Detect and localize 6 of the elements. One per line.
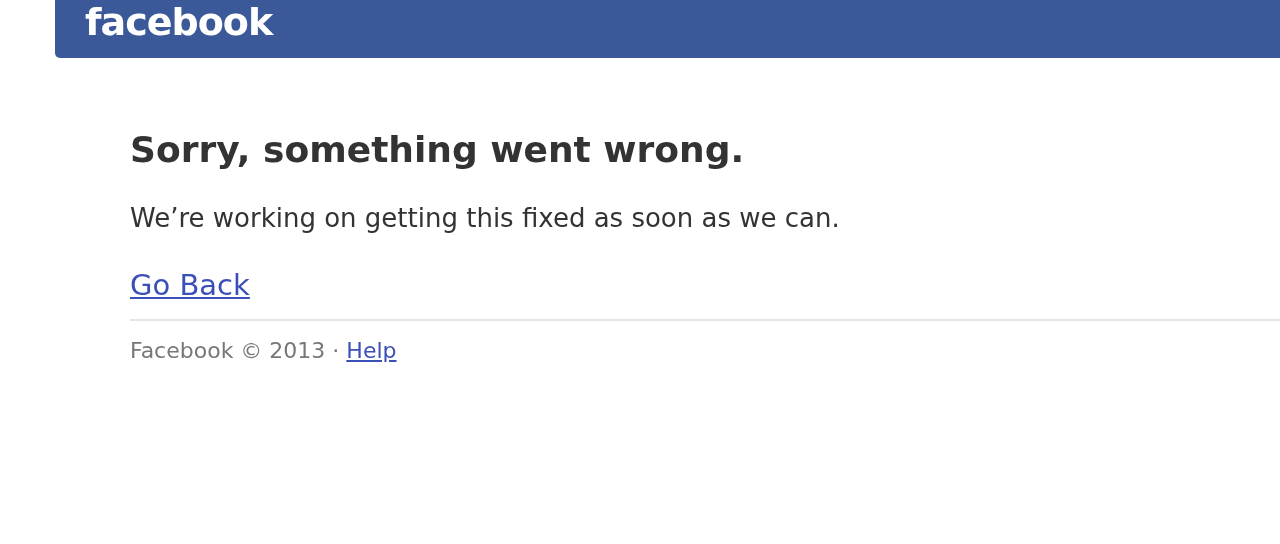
- error-message: We’re working on getting this fixed as soon as we can.: [130, 203, 841, 235]
- logo[interactable]: facebook: [85, 3, 273, 41]
- help-link[interactable]: Help: [346, 337, 397, 366]
- copyright-text: Facebook © 2013 ·: [130, 337, 340, 366]
- go-back-link[interactable]: Go Back: [130, 268, 250, 304]
- error-title: Sorry, something went wrong.: [130, 128, 746, 172]
